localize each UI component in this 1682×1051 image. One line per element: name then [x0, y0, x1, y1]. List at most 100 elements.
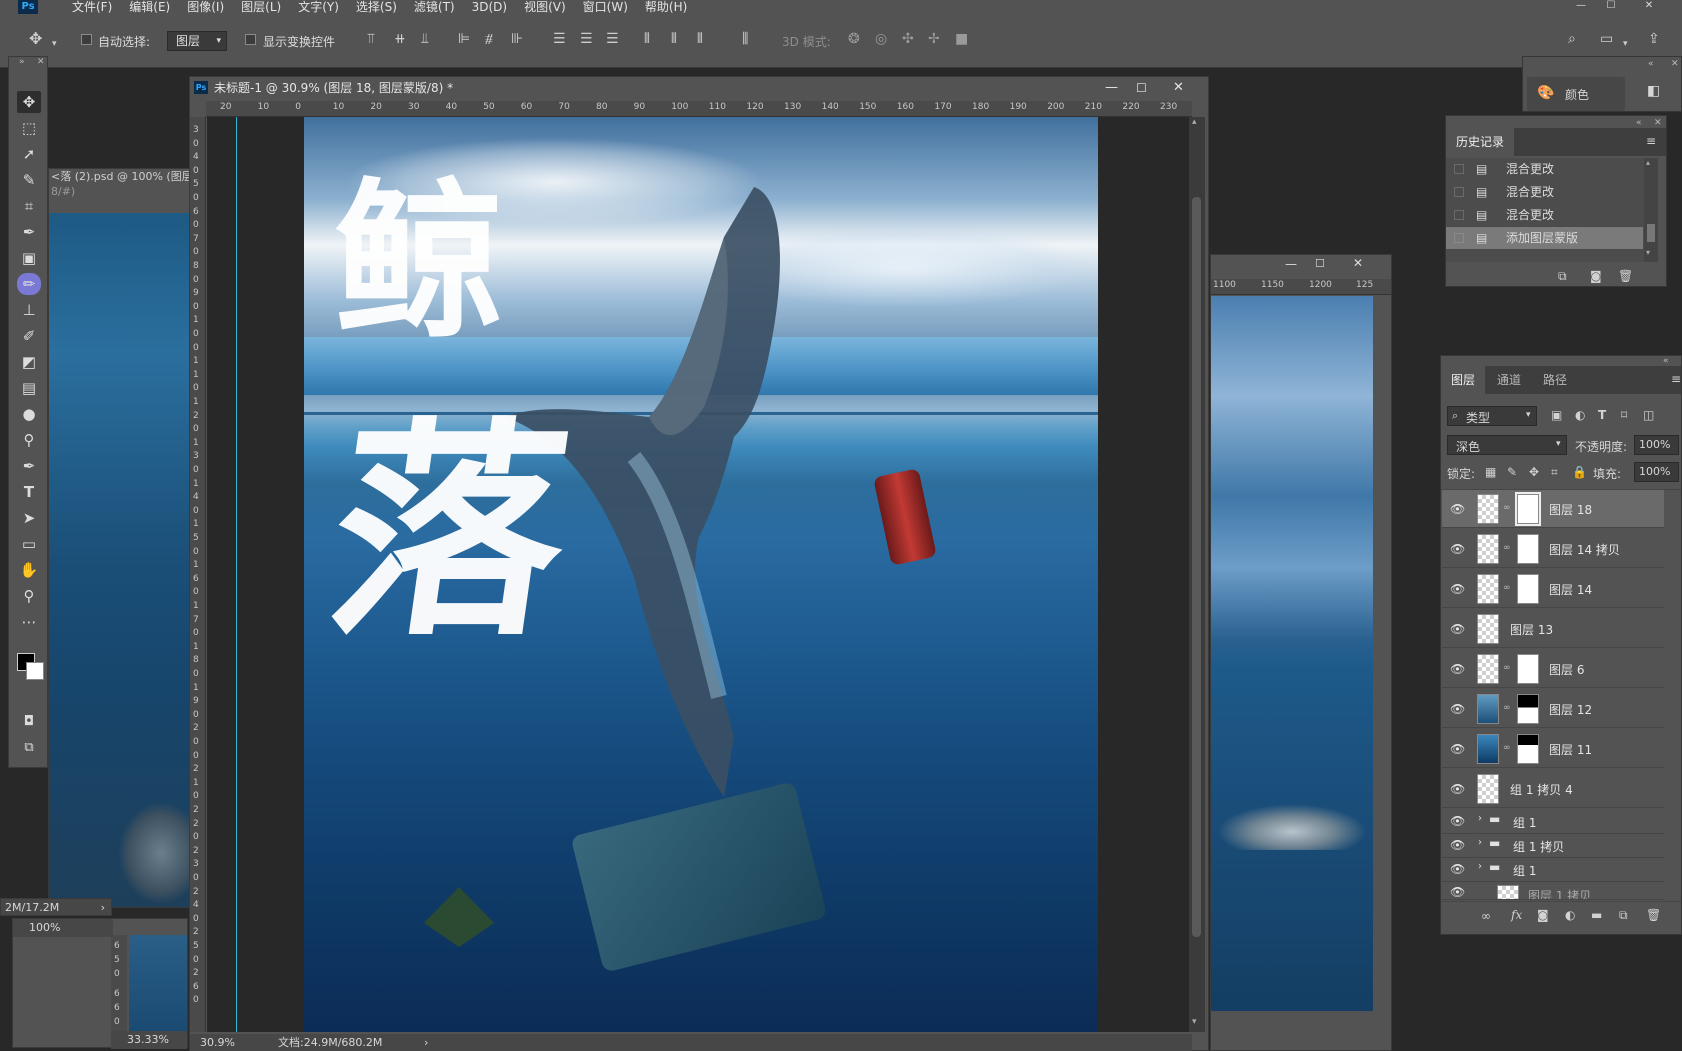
brush-tool-icon[interactable]: ✏	[17, 273, 41, 295]
doc-maximize-icon[interactable]: ☐	[1136, 77, 1147, 99]
move-tool-icon[interactable]: ✥	[29, 31, 42, 47]
history-item[interactable]: ▤ 混合更改	[1446, 181, 1643, 204]
layer-row[interactable]: 👁 ∞ 图层 11	[1442, 730, 1664, 768]
lock-all-icon[interactable]: 🔒	[1572, 465, 1587, 479]
eye-icon[interactable]: 👁	[1450, 582, 1465, 596]
distribute-left-icon[interactable]: ⫴	[644, 31, 650, 47]
collapse-icon[interactable]: «	[1663, 356, 1669, 366]
distribute-vcenter-icon[interactable]: ☰	[580, 31, 593, 47]
link-icon[interactable]: ∞	[1503, 703, 1511, 713]
main-document-titlebar[interactable]: Ps 未标题-1 @ 30.9% (图层 18, 图层蒙版/8) * — ☐ ✕	[190, 77, 1208, 99]
new-document-from-state-icon[interactable]: ⧉	[1558, 269, 1567, 284]
scroll-down-icon[interactable]: ▾	[1192, 1017, 1197, 1027]
menu-filter[interactable]: 滤镜(T)	[414, 0, 455, 14]
lock-paint-icon[interactable]: ✎	[1507, 465, 1517, 479]
layer-mask-thumbnail[interactable]	[1517, 534, 1539, 564]
tool-preset-chevron-icon[interactable]: ▾	[52, 36, 57, 52]
menu-help[interactable]: 帮助(H)	[645, 0, 687, 14]
align-left-icon[interactable]: ⊫	[458, 31, 470, 47]
layer-mask-thumbnail[interactable]	[1517, 574, 1539, 604]
color-tab[interactable]: 🎨 颜色	[1527, 77, 1625, 111]
eye-icon[interactable]: 👁	[1450, 838, 1465, 852]
quick-select-tool-icon[interactable]: ✎	[17, 169, 41, 191]
marquee-tool-icon[interactable]: ⬚	[17, 117, 41, 139]
navigator-mini-window[interactable]: 100% 6 5 0 6 6 0 33.33%	[12, 918, 188, 1049]
pen-tool-icon[interactable]: ✒	[17, 455, 41, 477]
3d-roll-icon[interactable]: ◎	[875, 31, 887, 47]
main-document-window[interactable]: Ps 未标题-1 @ 30.9% (图层 18, 图层蒙版/8) * — ☐ ✕…	[189, 76, 1209, 1051]
history-checkbox[interactable]	[1454, 210, 1464, 220]
eye-icon[interactable]: 👁	[1450, 814, 1465, 828]
zoom-tool-icon[interactable]: ⚲	[17, 585, 41, 607]
fill-input[interactable]: 100%	[1634, 462, 1679, 482]
type-tool-icon[interactable]: T	[17, 481, 41, 503]
doc-close-icon[interactable]: ✕	[1173, 77, 1184, 99]
chevron-right-icon[interactable]: ›	[1478, 861, 1482, 872]
auto-select-dropdown[interactable]: 图层 ▾	[167, 31, 227, 51]
layer-filter-dropdown[interactable]: ⌕ 类型 ▾	[1447, 406, 1537, 426]
filter-pixel-icon[interactable]: ▣	[1551, 408, 1562, 422]
fx-icon[interactable]: fx	[1511, 908, 1522, 922]
collapse-icon[interactable]: «	[1648, 59, 1654, 69]
dodge-tool-icon[interactable]: ⚲	[17, 429, 41, 451]
link-icon[interactable]: ∞	[1503, 663, 1511, 673]
lock-transparent-icon[interactable]: ▦	[1485, 465, 1496, 479]
layer-row[interactable]: 👁 ∞ 图层 6	[1442, 650, 1664, 688]
layer-mask-thumbnail[interactable]	[1515, 492, 1541, 526]
tab-layers[interactable]: 图层	[1441, 366, 1486, 394]
quick-mask-icon[interactable]: ◘	[17, 711, 41, 733]
eye-icon[interactable]: 👁	[1450, 742, 1465, 756]
distribute-bottom-icon[interactable]: ☰	[606, 31, 619, 47]
layer-row[interactable]: 👁 ∞ 图层 14	[1442, 570, 1664, 608]
3d-orbit-icon[interactable]: ❂	[848, 31, 860, 47]
eye-icon[interactable]: 👁	[1450, 885, 1465, 899]
layer-row[interactable]: 👁 ∞ 图层 18	[1442, 490, 1664, 528]
collapse-icon[interactable]: »	[19, 57, 25, 67]
guide-line[interactable]	[236, 117, 237, 1032]
link-icon[interactable]: ∞	[1503, 743, 1511, 753]
menu-window[interactable]: 窗口(W)	[583, 0, 628, 14]
show-transform-checkbox[interactable]	[245, 34, 256, 45]
library-icon[interactable]: ◧	[1647, 83, 1660, 99]
right-doc-maximize-icon[interactable]: ☐	[1315, 257, 1325, 270]
menu-image[interactable]: 图像(I)	[187, 0, 224, 14]
panel-menu-icon[interactable]: ≡	[1646, 134, 1656, 148]
history-checkbox[interactable]	[1454, 164, 1464, 174]
close-icon[interactable]: ✕	[37, 57, 45, 67]
menu-file[interactable]: 文件(F)	[72, 0, 112, 14]
history-item-current[interactable]: ▤ 添加图层蒙版	[1446, 227, 1643, 250]
history-item[interactable]: ▤ 混合更改	[1446, 158, 1643, 181]
app-close-button[interactable]: ✕	[1638, 0, 1660, 14]
adjustment-icon[interactable]: ◐	[1565, 908, 1575, 922]
panel-menu-icon[interactable]: ≡	[1671, 372, 1681, 386]
layer-mask-thumbnail[interactable]	[1517, 734, 1539, 764]
filter-type-icon[interactable]: T	[1598, 408, 1606, 422]
path-select-tool-icon[interactable]: ➤	[17, 507, 41, 529]
layer-row-partial[interactable]: 👁 图层 1 拷贝	[1442, 882, 1664, 900]
layer-row[interactable]: 👁 ∞ 图层 14 拷贝	[1442, 530, 1664, 568]
chevron-right-icon[interactable]: ›	[101, 899, 105, 917]
scroll-down-icon[interactable]: ▾	[1646, 248, 1650, 257]
distribute-top-icon[interactable]: ☰	[553, 31, 566, 47]
chevron-right-icon[interactable]: ›	[1478, 813, 1482, 824]
layer-mask-thumbnail[interactable]	[1517, 694, 1539, 724]
layer-row[interactable]: 👁 图层 13	[1442, 610, 1664, 648]
gradient-tool-icon[interactable]: ▤	[17, 377, 41, 399]
3d-camera-icon[interactable]: ■	[955, 31, 968, 47]
lasso-tool-icon[interactable]: ➚	[17, 143, 41, 165]
group-row[interactable]: 👁 › ▬ 组 1	[1442, 810, 1664, 834]
rectangle-tool-icon[interactable]: ▭	[17, 533, 41, 555]
history-item[interactable]: ▤ 混合更改	[1446, 204, 1643, 227]
move-tool-icon[interactable]: ✥	[17, 91, 41, 113]
auto-align-icon[interactable]: ⫼	[742, 31, 748, 47]
scroll-up-icon[interactable]: ▴	[1646, 158, 1650, 167]
align-hcenter-icon[interactable]: ⧥	[485, 31, 493, 47]
filter-adjustment-icon[interactable]: ◐	[1575, 408, 1585, 422]
menu-3d[interactable]: 3D(D)	[472, 0, 507, 14]
link-icon[interactable]: ∞	[1481, 909, 1491, 923]
filter-shape-icon[interactable]: ⌑	[1621, 408, 1627, 422]
screen-mode-icon[interactable]: ⧉	[17, 737, 41, 759]
scrollbar-thumb[interactable]	[1192, 197, 1201, 937]
history-scrollbar[interactable]: ▴ ▾	[1644, 158, 1658, 262]
menu-edit[interactable]: 编辑(E)	[129, 0, 170, 14]
